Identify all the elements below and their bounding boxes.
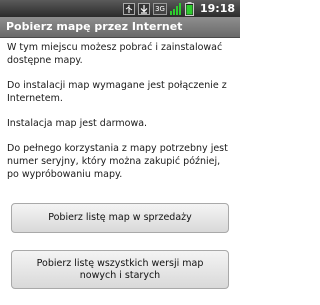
network-type-badge: 3G [153, 2, 167, 15]
button-label: Pobierz listę map w sprzedaży [48, 212, 192, 223]
battery-icon [184, 1, 194, 16]
usb-icon [123, 2, 136, 15]
info-paragraph: Do instalacji map wymagane jest połączen… [7, 80, 227, 104]
status-icons: 3G 19:18 [123, 0, 238, 17]
status-bar: 3G 19:18 [0, 0, 240, 17]
status-clock: 19:18 [199, 2, 235, 15]
info-paragraph: Instalacja map jest darmowa. [7, 118, 148, 129]
info-text: W tym miejscu możesz pobrać i zainstalow… [7, 41, 235, 193]
title-bar: Pobierz mapę przez Internet [0, 17, 240, 38]
info-paragraph: Do pełnego korzystania z mapy potrzebny … [7, 143, 228, 180]
button-label: Pobierz listę wszystkich wersji map nowy… [36, 257, 204, 281]
download-all-map-versions-button[interactable]: Pobierz listę wszystkich wersji map nowy… [11, 250, 229, 289]
page-title: Pobierz mapę przez Internet [6, 20, 183, 33]
download-sale-maps-list-button[interactable]: Pobierz listę map w sprzedaży [11, 203, 229, 233]
signal-strength-icon [169, 2, 182, 15]
info-paragraph: W tym miejscu możesz pobrać i zainstalow… [7, 42, 223, 66]
download-icon [138, 2, 151, 15]
